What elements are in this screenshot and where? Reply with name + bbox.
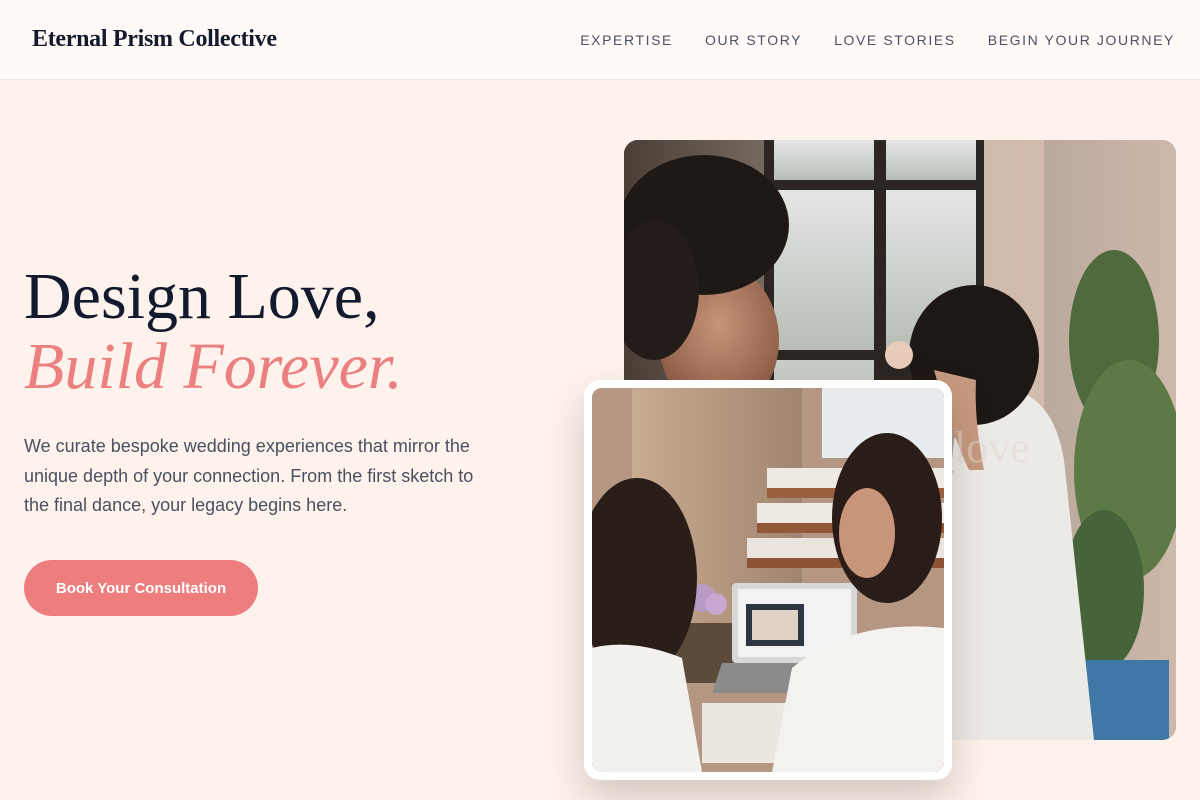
site-logo[interactable]: Eternal Prism Collective <box>32 26 277 53</box>
nav-link-begin-your-journey[interactable]: BEGIN YOUR JOURNEY <box>988 32 1175 48</box>
hero-photo-card <box>584 380 952 780</box>
hero-title-line-2: Build Forever. <box>24 330 403 403</box>
nav-link-expertise[interactable]: EXPERTISE <box>580 32 673 48</box>
photo-watermark: love <box>954 423 1030 472</box>
book-consultation-button[interactable]: Book Your Consultation <box>24 560 258 616</box>
nav-link-love-stories[interactable]: LOVE STORIES <box>834 32 956 48</box>
hero-title: Design Love, Build Forever. <box>24 262 403 402</box>
hero-description: We curate bespoke wedding experiences th… <box>24 436 474 515</box>
site-header: Eternal Prism Collective EXPERTISE OUR S… <box>0 0 1200 80</box>
nav-link-our-story[interactable]: OUR STORY <box>705 32 802 48</box>
hero-title-line-1: Design Love, <box>24 260 380 333</box>
main-nav: EXPERTISE OUR STORY LOVE STORIES BEGIN Y… <box>548 32 1175 48</box>
hero-photo-planners <box>592 388 944 772</box>
planners-photo-illustration <box>592 388 944 772</box>
